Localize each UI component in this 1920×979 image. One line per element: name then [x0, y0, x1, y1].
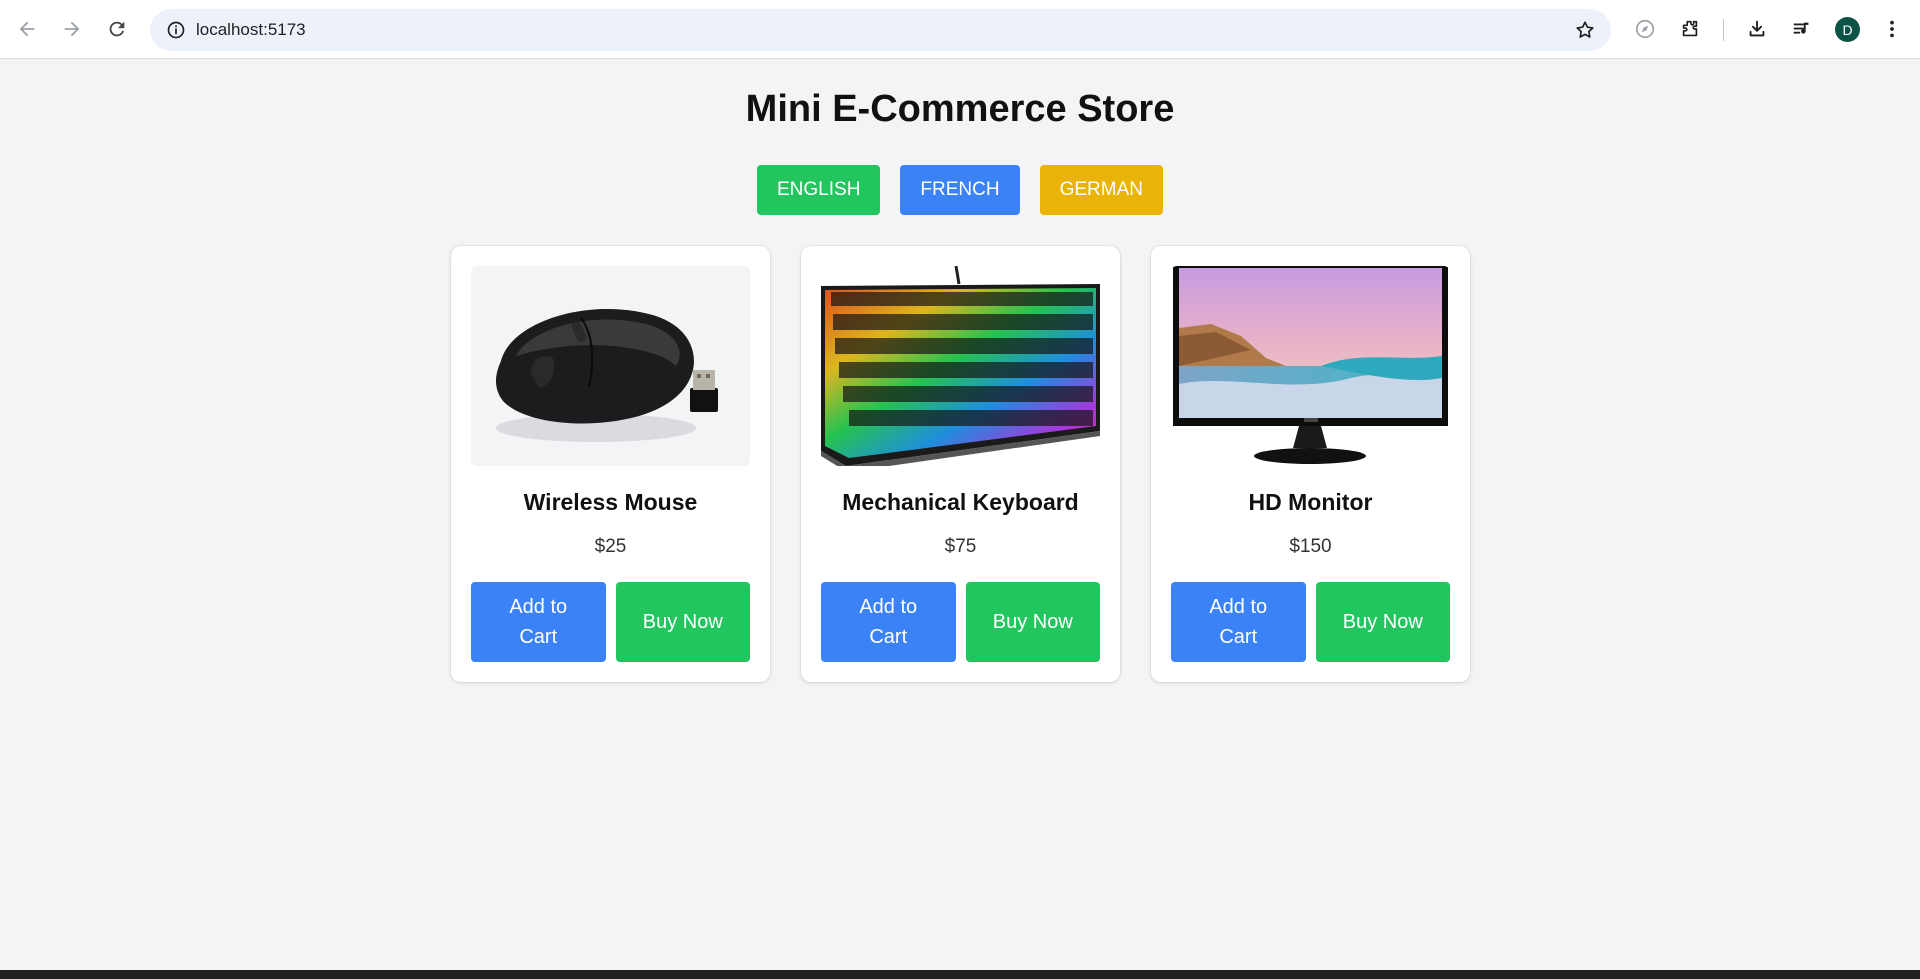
arrow-right-icon — [64, 21, 80, 37]
buy-now-button[interactable]: Buy Now — [615, 582, 750, 662]
downloads-button[interactable] — [1740, 12, 1774, 46]
product-name: HD Monitor — [1248, 489, 1373, 515]
product-actions: Add to Cart Buy Now — [1171, 582, 1450, 662]
monitor-image — [1171, 266, 1450, 466]
compass-button[interactable] — [1628, 12, 1662, 46]
product-price: $75 — [944, 536, 977, 557]
url-text[interactable]: localhost:5173 — [196, 20, 306, 40]
puzzle-icon — [1682, 20, 1698, 37]
buy-now-button[interactable]: Buy Now — [965, 582, 1100, 662]
product-grid: Wireless Mouse $25 Add to Cart Buy Now M… — [451, 246, 1470, 682]
mouse-image — [471, 266, 750, 466]
product-name: Mechanical Keyboard — [842, 489, 1079, 515]
product-actions: Add to Cart Buy Now — [471, 582, 750, 662]
product-price: $25 — [594, 536, 627, 557]
product-price: $150 — [1289, 536, 1332, 557]
buy-now-button[interactable]: Buy Now — [1315, 582, 1450, 662]
product-card: Mechanical Keyboard $75 Add to Cart Buy … — [801, 246, 1120, 682]
compass-icon — [1635, 19, 1655, 39]
info-icon — [167, 21, 185, 39]
star-icon — [1576, 21, 1594, 38]
bookmark-button[interactable] — [1569, 14, 1601, 46]
forward-button[interactable] — [55, 12, 89, 46]
back-button[interactable] — [10, 12, 44, 46]
keyboard-image — [821, 266, 1100, 466]
german-button[interactable]: GERMAN — [1039, 165, 1163, 215]
playlist-icon — [1793, 22, 1809, 34]
profile-avatar[interactable]: D — [1835, 17, 1860, 42]
address-bar[interactable]: localhost:5173 — [150, 9, 1611, 51]
page-title: Mini E-Commerce Store — [745, 88, 1175, 130]
product-card: HD Monitor $150 Add to Cart Buy Now — [1151, 246, 1470, 682]
reload-button[interactable] — [100, 12, 134, 46]
more-vert-icon — [1890, 20, 1894, 38]
media-button[interactable] — [1785, 12, 1819, 46]
browser-toolbar: localhost:5173 D — [0, 0, 1920, 59]
product-name: Wireless Mouse — [523, 489, 698, 515]
taskbar-edge — [0, 970, 1920, 979]
download-icon — [1749, 20, 1765, 37]
english-button[interactable]: ENGLISH — [757, 165, 881, 215]
product-actions: Add to Cart Buy Now — [821, 582, 1100, 662]
reload-icon — [109, 21, 125, 37]
menu-button[interactable] — [1875, 12, 1909, 46]
site-info-button[interactable] — [160, 14, 192, 46]
arrow-left-icon — [19, 21, 35, 37]
add-to-cart-button[interactable]: Add to Cart — [471, 582, 606, 662]
add-to-cart-button[interactable]: Add to Cart — [1171, 582, 1306, 662]
french-button[interactable]: FRENCH — [900, 165, 1020, 215]
extensions-button[interactable] — [1673, 12, 1707, 46]
product-card: Wireless Mouse $25 Add to Cart Buy Now — [451, 246, 770, 682]
language-switcher: ENGLISH FRENCH GERMAN — [0, 165, 1920, 215]
add-to-cart-button[interactable]: Add to Cart — [821, 582, 956, 662]
toolbar-divider — [1723, 19, 1724, 41]
